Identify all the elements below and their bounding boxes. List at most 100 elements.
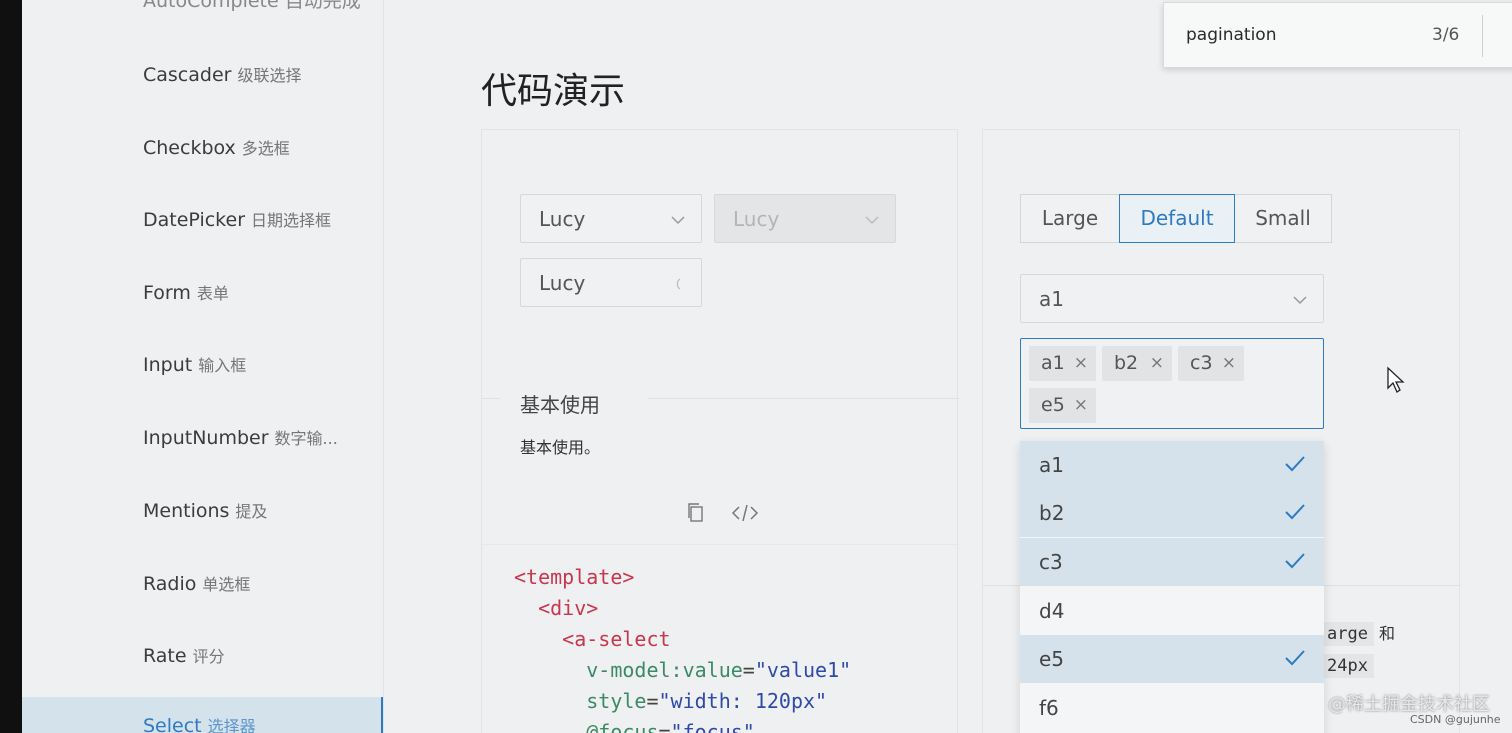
section-divider-right xyxy=(648,398,959,399)
copy-icon[interactable] xyxy=(686,502,706,524)
code-token: style xyxy=(586,689,647,713)
option-label: b2 xyxy=(1039,501,1065,525)
sidebar-item-mentions[interactable]: Mentions 提及 xyxy=(143,498,267,522)
select-value: Lucy xyxy=(539,271,586,295)
sidebar-item-sub: 提及 xyxy=(235,502,268,521)
code-token: a-select xyxy=(574,627,671,651)
sidebar-item-label: DatePicker xyxy=(143,209,246,231)
sidebar-item-radio[interactable]: Radio 单选框 xyxy=(143,571,250,595)
option-label: f6 xyxy=(1039,696,1059,720)
close-icon[interactable]: × xyxy=(1222,346,1236,381)
option-label: e5 xyxy=(1039,647,1065,671)
inline-code: 24px xyxy=(1321,654,1374,678)
code-line-5: style="width: 120px" xyxy=(514,686,851,717)
sidebar-item-label: Checkbox xyxy=(143,137,236,159)
sidebar-item-label: Select xyxy=(143,715,202,733)
desc-text: 和 xyxy=(1379,624,1396,643)
close-icon[interactable]: × xyxy=(1074,388,1088,423)
option-label: a1 xyxy=(1039,453,1064,477)
check-icon xyxy=(1285,456,1305,472)
demo-card-basic: Lucy Lucy Lucy 基本使用 基本使用。 <template> <di… xyxy=(481,129,959,733)
single-select[interactable]: a1 xyxy=(1020,274,1324,323)
sidebar-item-label: Input xyxy=(143,354,193,376)
sidebar-item-select-text: Select 选择器 xyxy=(143,713,256,733)
find-in-page-box[interactable]: pagination 3/6 xyxy=(1163,2,1512,68)
sidebar-item-form[interactable]: Form 表单 xyxy=(143,280,229,304)
code-line-6: @focus="focus" xyxy=(514,717,851,733)
sidebar: AutoComplete 自动完成 Cascader 级联选择 Checkbox 多… xyxy=(22,0,384,733)
select-lucy-loading[interactable]: Lucy xyxy=(520,258,702,307)
code-token: < xyxy=(538,596,551,620)
code-line-2: <div> xyxy=(514,593,851,624)
select-dropdown: a1 b2 c3 d4 e5 f6 xyxy=(1020,441,1324,733)
code-expand-icon[interactable] xyxy=(731,502,759,524)
search-match-count: 3/6 xyxy=(1432,25,1460,45)
option-d4[interactable]: d4 xyxy=(1020,587,1324,635)
tag-label: c3 xyxy=(1190,352,1213,374)
chevron-down-icon xyxy=(671,216,685,225)
code-token: = xyxy=(742,658,755,682)
check-icon xyxy=(1285,553,1305,569)
sidebar-item-rate[interactable]: Rate 评分 xyxy=(143,643,225,667)
size-default-button[interactable]: Default xyxy=(1119,194,1235,243)
sidebar-item-sub: 多选框 xyxy=(241,139,290,158)
sidebar-item-datepicker[interactable]: DatePicker 日期选择框 xyxy=(143,207,331,231)
section-description-fragment-2: 24px xyxy=(1321,654,1374,678)
tag-chip: e5 × xyxy=(1029,388,1096,423)
sidebar-item-select[interactable]: Select 选择器 xyxy=(22,697,383,733)
option-label: d4 xyxy=(1039,599,1065,623)
sidebar-item-cascader[interactable]: Cascader 级联选择 xyxy=(143,62,301,86)
code-token: template xyxy=(526,565,623,589)
select-lucy-1[interactable]: Lucy xyxy=(520,194,702,243)
code-token: div xyxy=(550,596,587,620)
code-line-1: <template> xyxy=(514,562,851,593)
multi-select[interactable]: a1 × b2 × c3 × e5 × xyxy=(1020,338,1324,429)
loading-icon xyxy=(676,278,681,290)
sidebar-item-label: Form xyxy=(143,282,191,304)
code-token: > xyxy=(622,565,635,589)
option-a1[interactable]: a1 xyxy=(1020,441,1324,489)
size-large-button[interactable]: Large xyxy=(1020,194,1120,243)
size-small-button[interactable]: Small xyxy=(1234,194,1332,243)
sidebar-item-sub: 评分 xyxy=(192,647,225,666)
sidebar-item-label: Mentions xyxy=(143,500,230,522)
check-icon xyxy=(1285,650,1305,666)
chevron-down-icon xyxy=(865,216,879,225)
sidebar-item-label: Radio xyxy=(143,573,197,595)
code-token: "width: 120px" xyxy=(658,689,828,713)
sidebar-item-input[interactable]: Input 输入框 xyxy=(143,352,246,376)
option-f6[interactable]: f6 xyxy=(1020,684,1324,732)
tag-chip: c3 × xyxy=(1178,346,1244,381)
search-divider xyxy=(1482,15,1483,57)
section-description: 基本使用。 xyxy=(520,438,601,457)
window-edge xyxy=(0,0,22,733)
chevron-down-icon xyxy=(1293,296,1307,305)
close-icon[interactable]: × xyxy=(1150,346,1164,381)
select-lucy-disabled: Lucy xyxy=(714,194,896,243)
code-token: > xyxy=(586,596,599,620)
sidebar-item-inputnumber[interactable]: InputNumber 数字输... xyxy=(143,425,338,449)
sidebar-item-sub: 级联选择 xyxy=(237,66,302,85)
sidebar-item-sub: 表单 xyxy=(196,284,229,303)
option-label: c3 xyxy=(1039,550,1063,574)
code-token: < xyxy=(514,565,527,589)
sidebar-item-label: InputNumber xyxy=(143,427,269,449)
sidebar-item-autocomplete[interactable]: AutoComplete 自动完成 xyxy=(143,0,361,13)
code-token: = xyxy=(646,689,659,713)
option-b2[interactable]: b2 xyxy=(1020,489,1324,537)
sidebar-item-label: Rate xyxy=(143,645,187,667)
sidebar-item-checkbox[interactable]: Checkbox 多选框 xyxy=(143,135,290,159)
search-input[interactable]: pagination xyxy=(1186,25,1276,45)
code-token: v-model:value xyxy=(586,658,743,682)
option-c3[interactable]: c3 xyxy=(1020,538,1324,586)
sidebar-item-sub: 日期选择框 xyxy=(251,211,332,230)
close-icon[interactable]: × xyxy=(1074,346,1088,381)
tag-chip: b2 × xyxy=(1102,346,1172,381)
code-line-3: <a-select xyxy=(514,624,851,655)
option-e5[interactable]: e5 xyxy=(1020,635,1324,683)
select-value: Lucy xyxy=(733,207,780,231)
sidebar-item-sub: 选择器 xyxy=(207,717,256,733)
code-token: "focus" xyxy=(670,720,755,733)
check-icon xyxy=(1285,504,1305,520)
select-value: a1 xyxy=(1039,287,1064,311)
